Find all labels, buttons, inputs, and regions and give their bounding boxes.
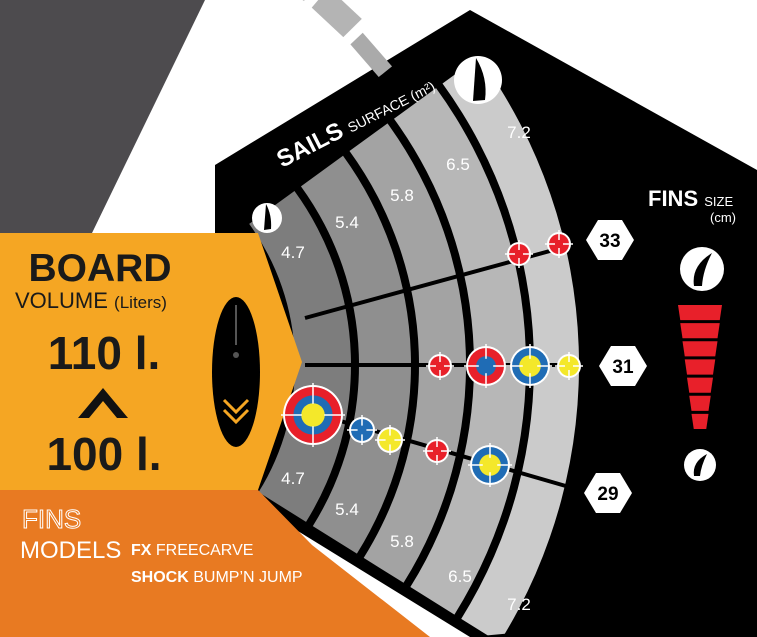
sail-size-label: 5.8	[390, 186, 414, 205]
fin-small-icon	[684, 449, 716, 481]
board-volume-max: 110 l.	[48, 327, 161, 379]
fins-model-fx: FX FREECARVE	[131, 542, 253, 559]
svg-text:31: 31	[612, 357, 634, 378]
sail-size-label: 6.5	[448, 567, 472, 586]
sail-size-label: 4.7	[281, 243, 305, 262]
board-title: BOARD	[29, 247, 172, 290]
sail-size-label: 6.5	[446, 155, 470, 174]
board-icon	[212, 297, 260, 447]
fin-bar-segment	[689, 395, 711, 411]
sail-size-label: 5.4	[335, 213, 359, 232]
fins-models-title-line2: MODELS	[20, 537, 121, 564]
sail-large-icon	[454, 56, 502, 104]
sail-size-label: 7.2	[507, 123, 531, 142]
fins-models-title-line1: FINS	[22, 504, 81, 534]
fins-model-shock: SHOCK BUMP’N JUMP	[131, 569, 303, 586]
fin-bar-segment	[691, 413, 709, 429]
fins-size-unit: (cm)	[710, 210, 736, 225]
sail-small-icon	[252, 203, 282, 233]
board-sail-fin-chart: BOARD VOLUME (Liters) 110 l. 100 l. FINS…	[0, 0, 757, 637]
svg-text:29: 29	[597, 484, 618, 505]
board-volume-min: 100 l.	[46, 428, 161, 480]
sail-size-label: 5.8	[390, 532, 414, 551]
fin-bar-segment	[687, 377, 713, 393]
fin-bar-segment	[684, 359, 716, 375]
sail-size-label: 5.4	[335, 500, 359, 519]
svg-text:33: 33	[599, 231, 620, 252]
sail-size-label: 4.7	[281, 469, 305, 488]
sails-header-arc	[302, 0, 393, 78]
fin-bar-segment	[678, 305, 722, 321]
fin-large-icon	[680, 247, 724, 291]
fin-bar-segment	[680, 323, 720, 339]
fin-bar-segment	[682, 341, 718, 357]
sails-header-segment	[311, 0, 362, 38]
sail-size-label: 7.2	[507, 595, 531, 614]
